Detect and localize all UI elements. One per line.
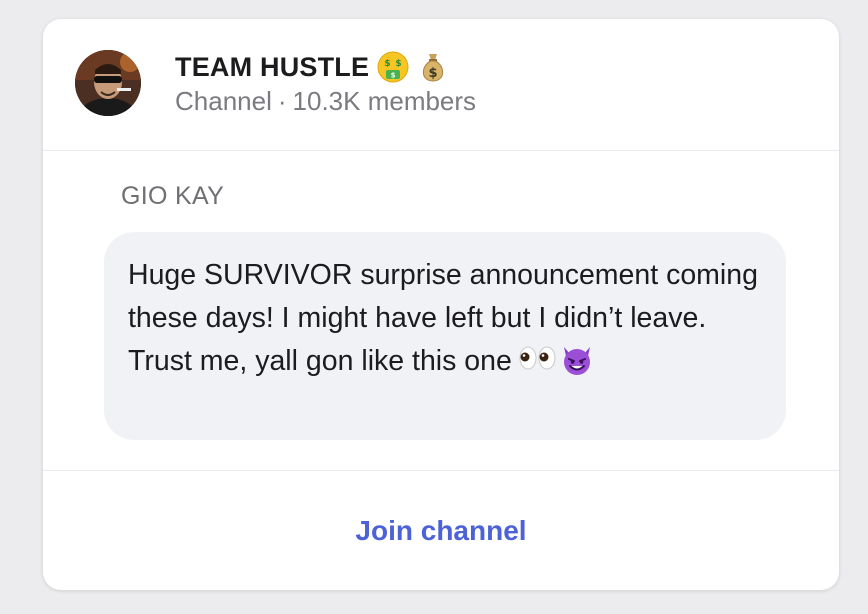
- message-content: Huge SURVIVOR surprise announcement comi…: [128, 254, 768, 383]
- join-channel-button[interactable]: Join channel: [43, 471, 839, 590]
- money-bag-icon: $: [417, 51, 449, 83]
- card-footer: Join channel: [43, 470, 839, 590]
- svg-text:$: $: [391, 72, 396, 80]
- channel-name: TEAM HUSTLE: [175, 51, 370, 82]
- channel-preview-card: TEAM HUSTLE $ $ $ $ Channel · 10.3K memb…: [43, 19, 839, 590]
- svg-text:$: $: [429, 66, 438, 81]
- smiling-devil-icon: [560, 343, 594, 377]
- channel-subtitle: Channel · 10.3K members: [175, 86, 476, 117]
- eyes-icon: [518, 343, 558, 377]
- separator-dot: ·: [277, 86, 287, 116]
- member-count: 10.3K members: [292, 86, 477, 116]
- svg-text:$: $: [396, 59, 402, 69]
- money-mouth-face-icon: $ $ $: [377, 51, 409, 83]
- message-bubble: Huge SURVIVOR surprise announcement comi…: [104, 232, 786, 440]
- sender-name: GIO KAY: [121, 182, 225, 210]
- channel-title-row: TEAM HUSTLE $ $ $ $: [175, 47, 449, 87]
- svg-text:$: $: [385, 59, 391, 69]
- message-emojis: [518, 343, 594, 377]
- avatar[interactable]: [75, 50, 141, 116]
- channel-type-label: Channel: [175, 86, 272, 116]
- channel-header: TEAM HUSTLE $ $ $ $ Channel · 10.3K memb…: [43, 19, 839, 151]
- message-text: Huge SURVIVOR surprise announcement comi…: [128, 259, 758, 377]
